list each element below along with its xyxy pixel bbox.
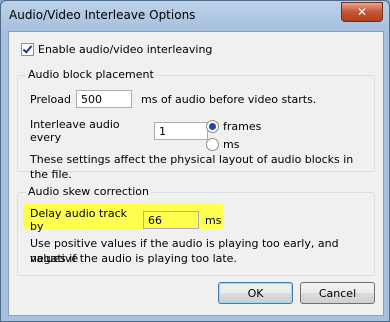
radio-selected-icon[interactable] <box>206 120 219 133</box>
close-button[interactable]: ✕ <box>341 2 383 22</box>
interleave-row: Interleave audio every <box>30 118 208 144</box>
preload-input[interactable] <box>76 90 132 108</box>
audio-block-placement-legend: Audio block placement <box>26 68 156 81</box>
interleave-label: Interleave audio every <box>30 118 120 144</box>
preload-label: Preload <box>30 92 71 106</box>
preload-row: Preload ms of audio before video starts. <box>30 90 316 108</box>
unit-frames-label: frames <box>223 120 262 133</box>
audio-skew-legend: Audio skew correction <box>26 185 152 198</box>
delay-input[interactable] <box>143 211 199 229</box>
enable-interleave-checkbox[interactable]: Enable audio/video interleaving <box>21 43 212 56</box>
ok-button[interactable]: OK <box>218 282 293 304</box>
block-placement-note: These settings affect the physical layou… <box>30 153 354 181</box>
window-title: Audio/Video Interleave Options <box>9 8 196 22</box>
unit-ms-label: ms <box>223 138 240 151</box>
delay-label: Delay audio track by <box>30 207 128 233</box>
unit-frames-radio[interactable]: frames <box>206 120 261 133</box>
audio-skew-group: Audio skew correction Delay audio track … <box>17 185 375 276</box>
title-bar[interactable]: Audio/Video Interleave Options ✕ <box>1 1 389 29</box>
delay-row: Delay audio track by ms <box>30 207 221 233</box>
cancel-button[interactable]: Cancel <box>300 282 375 304</box>
preload-suffix: ms of audio before video starts. <box>141 92 317 106</box>
unit-ms-radio[interactable]: ms <box>206 138 239 151</box>
audio-block-placement-group: Audio block placement Preload ms of audi… <box>17 68 375 181</box>
radio-unselected-icon[interactable] <box>206 138 219 151</box>
dialog-client-area: Enable audio/video interleaving Audio bl… <box>8 31 384 316</box>
delay-suffix: ms <box>205 213 222 227</box>
interleave-input[interactable] <box>154 122 208 140</box>
checkbox-checked-icon[interactable] <box>21 43 34 56</box>
enable-interleave-label: Enable audio/video interleaving <box>38 43 213 56</box>
dialog-window: Audio/Video Interleave Options ✕ Enable … <box>0 0 390 322</box>
skew-note-line-2: values if the audio is playing too late. <box>30 252 237 265</box>
close-icon: ✕ <box>356 5 368 19</box>
